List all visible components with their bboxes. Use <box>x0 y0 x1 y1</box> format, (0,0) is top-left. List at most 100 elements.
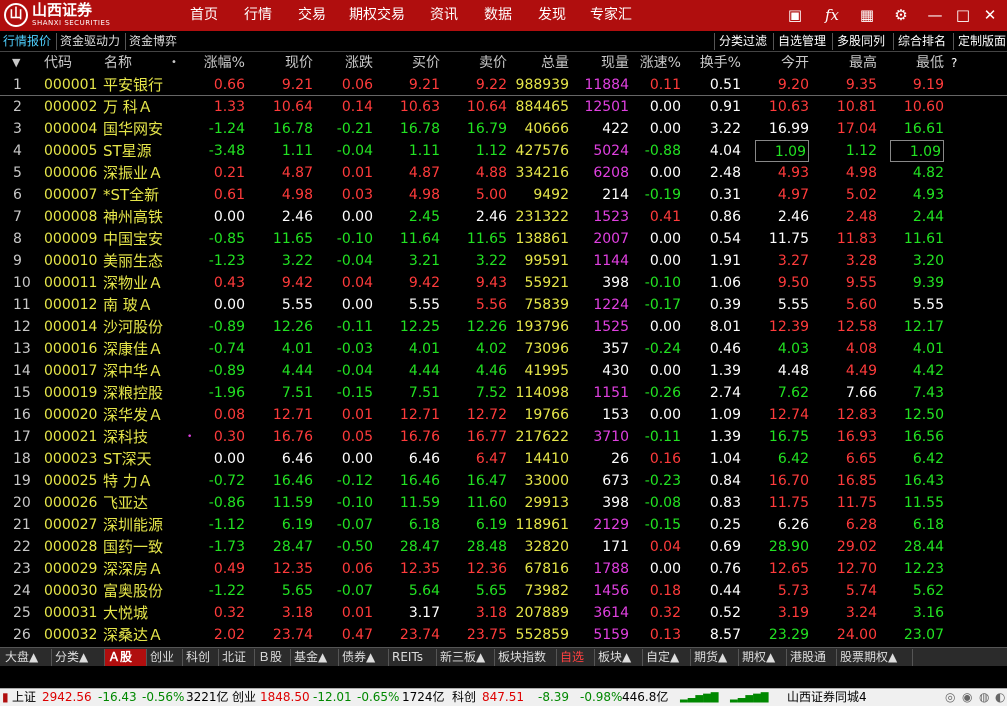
menu-item-1[interactable]: 行情 <box>244 0 272 31</box>
function-fx-icon[interactable]: fx <box>822 5 842 25</box>
message-icon[interactable]: ◍ <box>979 689 989 706</box>
cell-bid: 28.47 <box>399 539 440 555</box>
col-change-pct[interactable]: 涨幅% <box>204 52 245 74</box>
table-row[interactable]: 25 000031 大悦城 0.32 3.18 0.01 3.17 3.18 207889 361… <box>0 602 1007 624</box>
market-tab-13[interactable]: 板块▲ <box>595 649 643 666</box>
table-row[interactable]: 11 000012 南 玻Ａ 0.00 5.55 0.00 5.55 5.56 75839 122… <box>0 294 1007 316</box>
table-row[interactable]: 9 000010 美丽生态 -1.23 3.22 -0.04 3.21 3.22 99591 11… <box>0 250 1007 272</box>
table-row[interactable]: 14 000017 深中华Ａ -0.89 4.44 -0.04 4.44 4.46 41995 4… <box>0 360 1007 382</box>
table-row[interactable]: 13 000016 深康佳Ａ -0.74 4.01 -0.03 4.01 4.02 73096 3… <box>0 338 1007 360</box>
col-current-vol[interactable]: 现量 <box>601 52 629 74</box>
col-speed[interactable]: 涨速% <box>640 52 681 74</box>
menu-item-7[interactable]: 专家汇 <box>590 0 632 31</box>
table-row[interactable]: 15 000019 深粮控股 -1.96 7.51 -0.15 7.51 7.52 114098… <box>0 382 1007 404</box>
tab-capital-drive[interactable]: 资金驱动力 <box>56 33 123 50</box>
cell-price: 12.35 <box>272 561 313 577</box>
col-bid[interactable]: 买价 <box>412 52 440 74</box>
multi-stock-button[interactable]: 多股同列 <box>832 33 885 50</box>
tabs-scroll-bar[interactable] <box>0 666 1007 688</box>
col-low[interactable]: 最低 <box>916 52 944 74</box>
col-price[interactable]: 现价 <box>285 52 313 74</box>
market-tab-6[interactable]: Ｂ股 <box>255 649 291 666</box>
table-row[interactable]: 19 000025 特 力Ａ -0.72 16.46 -0.12 16.46 16.47 330… <box>0 470 1007 492</box>
market-tab-5[interactable]: 北证 <box>219 649 255 666</box>
col-name[interactable]: 名称 <box>104 52 132 74</box>
col-diff[interactable]: 涨跌 <box>345 52 373 74</box>
table-row[interactable]: 16 000020 深华发Ａ 0.08 12.71 0.01 12.71 12.72 19766… <box>0 404 1007 426</box>
market-tab-1[interactable]: 分类▲ <box>52 649 105 666</box>
market-tab-8[interactable]: 债券▲ <box>339 649 389 666</box>
chat-board-icon[interactable]: ▣ <box>785 5 805 25</box>
table-row[interactable]: 18 000023 ST深天 0.00 6.46 0.00 6.46 6.47 14410 26 0… <box>0 448 1007 470</box>
minimize-icon[interactable]: — <box>925 5 945 25</box>
stock-code: 000016 <box>44 341 98 357</box>
market-tab-10[interactable]: 新三板▲ <box>437 649 495 666</box>
market-tab-16[interactable]: 期权▲ <box>739 649 787 666</box>
cell-cur: 3710 <box>593 429 629 445</box>
table-row[interactable]: 3 000004 国华网安 -1.24 16.78 -0.21 16.78 16.79 4066… <box>0 118 1007 140</box>
table-row[interactable]: 12 000014 沙河股份 -0.89 12.26 -0.11 12.25 12.26 193… <box>0 316 1007 338</box>
col-open[interactable]: 今开 <box>781 52 809 74</box>
table-row[interactable]: 21 000027 深圳能源 -1.12 6.19 -0.07 6.18 6.19 118961… <box>0 514 1007 536</box>
settings-gear-icon[interactable]: ⚙ <box>891 5 911 25</box>
menu-item-6[interactable]: 发现 <box>538 0 566 31</box>
menu-item-5[interactable]: 数据 <box>484 0 512 31</box>
tab-capital-game[interactable]: 资金博弈 <box>125 33 180 50</box>
kc-label[interactable]: 科创 <box>452 689 476 706</box>
menu-item-0[interactable]: 首页 <box>190 0 218 31</box>
sh-label[interactable]: 上证 <box>12 689 36 706</box>
market-tab-3[interactable]: 创业 <box>147 649 183 666</box>
category-filter-button[interactable]: 分类过滤 <box>714 33 767 50</box>
table-row[interactable]: 22 000028 国药一致 -1.73 28.47 -0.50 28.47 28.48 328… <box>0 536 1007 558</box>
col-turnover[interactable]: 换手% <box>700 52 741 74</box>
table-row[interactable]: 7 000008 神州高铁 0.00 2.46 0.00 2.45 2.46 231322 152… <box>0 206 1007 228</box>
table-row[interactable]: 20 000026 飞亚达 -0.86 11.59 -0.10 11.59 11.60 2991… <box>0 492 1007 514</box>
col-high[interactable]: 最高 <box>849 52 877 74</box>
custom-layout-button[interactable]: 定制版面 <box>953 33 1006 50</box>
col-code[interactable]: 代码 <box>44 52 72 74</box>
watchlist-manage-button[interactable]: 自选管理 <box>773 33 826 50</box>
table-row[interactable]: 6 000007 *ST全新 0.61 4.98 0.03 4.98 5.00 9492 214-… <box>0 184 1007 206</box>
table-row[interactable]: 4 000005 ST星源 -3.48 1.11 -0.04 1.11 1.12 427576 5… <box>0 140 1007 162</box>
table-row[interactable]: 26 000032 深桑达Ａ 2.02 23.74 0.47 23.74 23.75 55285… <box>0 624 1007 646</box>
table-row[interactable]: 17 000021 深科技 0.30 16.76 0.05 16.76 16.77 217622… <box>0 426 1007 448</box>
table-row[interactable]: 5 000006 深振业Ａ 0.21 4.87 0.01 4.87 4.88 334216 620… <box>0 162 1007 184</box>
market-tab-18[interactable]: 股票期权▲ <box>837 649 913 666</box>
tab-quote[interactable]: 行情报价 <box>0 33 54 50</box>
market-tab-9[interactable]: REITs <box>389 649 437 666</box>
grid-layout-icon[interactable]: ▦ <box>857 5 877 25</box>
table-row[interactable]: 1 000001 平安银行 0.66 9.21 0.06 9.21 9.22 988939 118… <box>0 74 1007 96</box>
table-row[interactable]: 23 000029 深深房Ａ 0.49 12.35 0.06 12.35 12.36 67816… <box>0 558 1007 580</box>
market-tab-14[interactable]: 自定▲ <box>643 649 691 666</box>
market-tab-4[interactable]: 科创 <box>183 649 219 666</box>
market-tab-7[interactable]: 基金▲ <box>291 649 339 666</box>
menu-item-3[interactable]: 期权交易 <box>349 0 405 31</box>
market-tab-11[interactable]: 板块指数 <box>495 649 557 666</box>
menu-item-2[interactable]: 交易 <box>298 0 326 31</box>
market-tab-0[interactable]: 大盘▲ <box>2 649 52 666</box>
help-icon[interactable]: ? <box>951 52 957 74</box>
maximize-icon[interactable]: □ <box>953 5 973 25</box>
market-tab-2[interactable]: Ａ股 <box>105 649 147 666</box>
col-ask[interactable]: 卖价 <box>479 52 507 74</box>
cell-price: 3.18 <box>281 605 313 621</box>
ranking-button[interactable]: 综合排名 <box>893 33 946 50</box>
table-row[interactable]: 10 000011 深物业Ａ 0.43 9.42 0.04 9.42 9.43 55921 398… <box>0 272 1007 294</box>
market-tab-15[interactable]: 期货▲ <box>691 649 739 666</box>
quote-icon[interactable]: ◎ <box>945 689 955 706</box>
table-row[interactable]: 2 000002 万 科Ａ 1.33 10.64 0.14 10.63 10.64 884465… <box>0 96 1007 118</box>
status-bar: ▮ 上证 2942.56 -16.43 -0.56% 3221亿 创业 1848… <box>0 688 1007 706</box>
market-tab-12[interactable]: 自选 <box>557 649 595 666</box>
cy-label[interactable]: 创业 <box>232 689 256 706</box>
cell-diff: 0.00 <box>341 451 373 467</box>
more-icon[interactable]: ◐ <box>995 689 1005 706</box>
server-name[interactable]: 山西证券同城4 <box>787 689 867 706</box>
table-row[interactable]: 8 000009 中国宝安 -0.85 11.65 -0.10 11.64 11.65 1388… <box>0 228 1007 250</box>
close-icon[interactable]: ✕ <box>980 5 1000 25</box>
col-volume[interactable]: 总量 <box>541 52 569 74</box>
sort-dropdown-icon[interactable]: ▼ <box>12 52 20 74</box>
table-row[interactable]: 24 000030 富奥股份 -1.22 5.65 -0.07 5.64 5.65 73982 1… <box>0 580 1007 602</box>
menu-item-4[interactable]: 资讯 <box>430 0 458 31</box>
alert-icon[interactable]: ◉ <box>962 689 972 706</box>
market-tab-17[interactable]: 港股通 <box>787 649 837 666</box>
